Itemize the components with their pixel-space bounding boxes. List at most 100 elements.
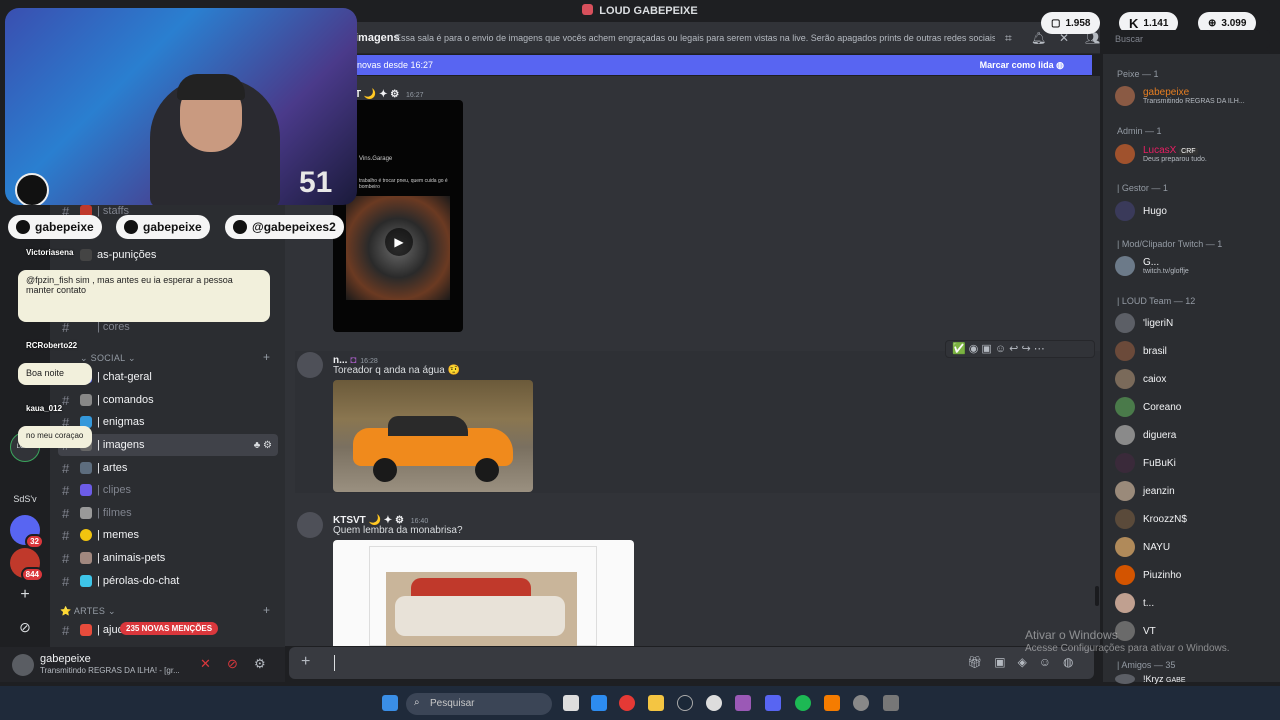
channel-animais-pets[interactable]: # | animais-pets xyxy=(58,547,278,569)
reaction-icons[interactable]: ✅ ◉ ▣ xyxy=(952,343,992,355)
stat-pill-chat: ▢ 1.958 xyxy=(1041,12,1101,34)
message-text: Toreador q anda na água 🤨 xyxy=(333,365,460,376)
threads-icon[interactable]: ⌗ xyxy=(1005,31,1012,46)
forward-icon[interactable]: ↪ xyxy=(1021,343,1030,355)
mute-mic-icon[interactable]: ✕ xyxy=(200,656,211,672)
member-item[interactable]: caiox xyxy=(1115,369,1166,389)
avatar xyxy=(1115,481,1135,501)
server-icon-a[interactable]: 32 xyxy=(10,515,44,549)
member-g[interactable]: G... twitch.tv/gloffje xyxy=(1115,256,1189,276)
user-settings-gear-icon[interactable]: ⚙ xyxy=(254,656,266,672)
channel-memes[interactable]: # | memes xyxy=(58,524,278,546)
message-time: 16:40 xyxy=(410,518,429,525)
member-item[interactable]: jeanzin xyxy=(1115,481,1175,501)
app-icon[interactable] xyxy=(883,695,899,711)
play-icon[interactable]: ▶ xyxy=(385,228,413,256)
member-hugo[interactable]: Hugo xyxy=(1115,201,1167,221)
taskbar-search[interactable]: Pesquisar xyxy=(406,693,552,715)
message-actions-toolbar[interactable]: ✅ ◉ ▣ ☺ ↩ ↪ ⋯ xyxy=(945,340,1095,358)
channel-artes[interactable]: # | artes xyxy=(58,457,278,479)
search-icon: ⌕ xyxy=(414,697,420,708)
file-icon[interactable] xyxy=(563,695,579,711)
social-tiktok: @gabepeixes2 xyxy=(225,215,344,239)
channel-perolas-do-chat[interactable]: # | pérolas-do-chat xyxy=(58,570,278,592)
add-channel-icon[interactable]: + xyxy=(263,350,270,364)
explore-icon[interactable]: ⊘ xyxy=(10,612,40,642)
app-icon[interactable] xyxy=(706,695,722,711)
message-avatar[interactable] xyxy=(297,352,323,378)
input-toolbar-icons[interactable]: 🎁︎▣◈☺◍ xyxy=(967,655,1086,669)
member-item[interactable]: Coreano xyxy=(1115,397,1181,417)
channel-topic[interactable]: Essa sala é para o envio de imagens que … xyxy=(395,33,995,43)
channel-comandos[interactable]: # | comandos xyxy=(58,389,278,411)
member-item[interactable]: 'ligeriN xyxy=(1115,313,1173,333)
overlay-chat-bubble: @fpzin_fish sim , mas antes eu ia espera… xyxy=(18,270,270,322)
kick-icon: K xyxy=(1129,15,1139,31)
hash-icon: # xyxy=(62,460,70,476)
hash-icon: # xyxy=(62,622,70,638)
channel-clipes[interactable]: # | clipes xyxy=(58,479,278,501)
discord-icon[interactable] xyxy=(765,695,781,711)
member-item[interactable]: FuBuKi xyxy=(1115,453,1176,473)
add-channel-icon[interactable]: + xyxy=(263,603,270,617)
spotify-icon[interactable] xyxy=(795,695,811,711)
member-item[interactable]: KroozzN$ xyxy=(1115,509,1187,529)
category-social[interactable]: ⌄ SOCIAL ⌄ xyxy=(80,353,136,364)
category-artes[interactable]: ⭐ ARTES ⌄ xyxy=(60,606,116,617)
message-input[interactable]: + 🎁︎▣◈☺◍ xyxy=(289,647,1094,679)
add-server-icon[interactable]: + xyxy=(10,580,40,610)
app-icon[interactable] xyxy=(853,695,869,711)
overlay-chat-bubble: no meu coraçao xyxy=(18,426,92,448)
avatar xyxy=(1115,565,1135,585)
member-item[interactable]: NAYU xyxy=(1115,537,1170,557)
member-item[interactable]: Piuzinho xyxy=(1115,565,1181,585)
search-input[interactable]: Buscar xyxy=(1110,30,1270,48)
invite-and-settings-icons[interactable]: ♣ ⚙ xyxy=(254,440,272,451)
webcam-overlay: 51 xyxy=(5,8,357,205)
user-status: Transmitindo REGRAS DA ILHA! - [gr... xyxy=(40,666,180,675)
streamer-cap xyxy=(177,74,245,100)
server-icon-b[interactable]: 844 xyxy=(10,548,44,582)
windows-start-icon[interactable] xyxy=(382,695,398,711)
member-gabepeixe[interactable]: gabepeixe Transmitindo REGRAS DA ILH... xyxy=(1115,86,1245,106)
server-sds[interactable]: SdS'v xyxy=(10,484,40,514)
image-attachment-old-car[interactable] xyxy=(333,540,634,646)
notification-bell-icon[interactable]: 🔔︎ xyxy=(1031,31,1046,45)
image-attachment-car[interactable] xyxy=(333,380,533,492)
opera-icon[interactable] xyxy=(619,695,635,711)
message-time: 16:28 xyxy=(360,358,378,365)
channel-filmes[interactable]: # | filmes xyxy=(58,502,278,524)
app-icon xyxy=(582,4,594,15)
app-icon[interactable] xyxy=(735,695,751,711)
message-avatar[interactable] xyxy=(297,512,323,538)
avatar xyxy=(1115,425,1135,445)
channel-as-punicoes[interactable]: as-punições xyxy=(58,244,278,266)
folder-icon[interactable] xyxy=(648,695,664,711)
deafen-icon[interactable]: ⊘ xyxy=(227,656,238,672)
role-header: | Gestor — 1 xyxy=(1117,183,1168,193)
member-item[interactable]: diguera xyxy=(1115,425,1176,445)
user-avatar[interactable] xyxy=(12,654,34,676)
text-caret xyxy=(334,655,335,671)
mentions-badge[interactable]: 235 NOVAS MENÇÕES xyxy=(120,622,219,635)
avatar xyxy=(1115,341,1135,361)
scrollbar-thumb[interactable] xyxy=(1095,586,1099,606)
copilot-icon[interactable] xyxy=(591,695,607,711)
reply-icon[interactable]: ↩ xyxy=(1009,343,1018,355)
attach-plus-icon[interactable]: + xyxy=(301,653,310,671)
member-item[interactable]: brasil xyxy=(1115,341,1167,361)
mark-as-read-button[interactable]: Marcar como lida ◍ xyxy=(980,60,1064,71)
steam-icon[interactable] xyxy=(677,695,693,711)
role-header: | LOUD Team — 12 xyxy=(1117,296,1196,306)
overlay-chat-user: RCRoberto22 xyxy=(26,341,78,350)
cloud-icon[interactable] xyxy=(824,695,840,711)
member-item[interactable]: VT xyxy=(1115,621,1156,641)
more-options-icon[interactable]: ⋯ xyxy=(1034,343,1045,355)
new-messages-bar[interactable]: novas desde 16:27 Marcar como lida ◍ xyxy=(285,55,1092,75)
add-reaction-icon[interactable]: ☺ xyxy=(995,343,1006,355)
member-item[interactable]: t... xyxy=(1115,593,1154,613)
avatar xyxy=(1115,621,1135,641)
member-item[interactable]: !Kryz GABE xyxy=(1115,674,1185,684)
activate-windows-title: Ativar o Windows xyxy=(1025,628,1118,642)
member-lucasx[interactable]: LucasX CRF Deus preparou tudo. xyxy=(1115,144,1207,164)
